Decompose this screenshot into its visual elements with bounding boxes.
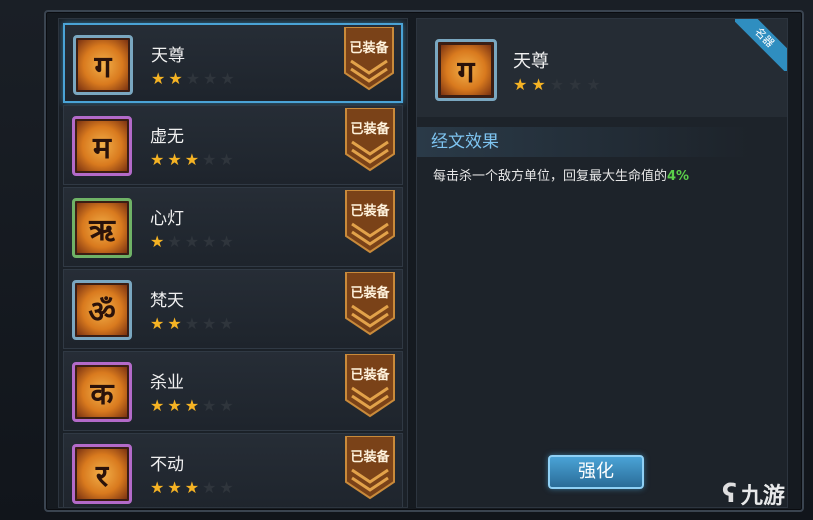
star-filled-icon: ★: [168, 69, 183, 88]
equipped-badge: 已装备: [344, 190, 396, 254]
star-filled-icon: ★: [531, 75, 546, 94]
star-filled-icon: ★: [167, 396, 182, 415]
star-empty-icon: ★: [202, 150, 217, 169]
scripture-icon-frame: र: [72, 444, 132, 504]
star-empty-icon: ★: [220, 69, 235, 88]
star-empty-icon: ★: [202, 478, 217, 497]
scripture-icon-frame: ग: [73, 35, 133, 95]
scripture-glyph-icon: ॐ: [77, 285, 127, 335]
effect-text: 每击杀一个敌方单位，回复最大生命值的: [433, 169, 668, 184]
star-rating: ★ ★ ★ ★ ★: [150, 316, 234, 332]
star-filled-icon: ★: [150, 396, 165, 415]
star-filled-icon: ★: [167, 478, 182, 497]
star-filled-icon: ★: [167, 150, 182, 169]
scripture-glyph-icon: ऋ: [77, 203, 127, 253]
scripture-icon-frame: क: [72, 362, 132, 422]
scripture-glyph-icon: म: [77, 121, 127, 171]
scripture-list-item[interactable]: म 虚无 ★ ★ ★ ★ ★ 已装备: [63, 105, 403, 185]
scripture-list-item[interactable]: र 不动 ★ ★ ★ ★ ★ 已装备: [63, 433, 403, 507]
scripture-name: 杀业: [150, 373, 184, 393]
scripture-list-item[interactable]: ग 天尊 ★ ★ ★ ★ ★ 已装备: [63, 23, 403, 103]
star-rating: ★ ★ ★ ★ ★: [151, 71, 235, 87]
star-empty-icon: ★: [219, 396, 234, 415]
star-empty-icon: ★: [184, 314, 200, 333]
rarity-ribbon: 名器: [735, 19, 787, 71]
star-empty-icon: ★: [202, 314, 217, 333]
detail-title: 天尊: [513, 51, 549, 72]
effect-value: 4%: [667, 169, 690, 184]
star-empty-icon: ★: [167, 232, 182, 251]
scripture-icon-frame: ॐ: [72, 280, 132, 340]
star-empty-icon: ★: [202, 232, 217, 251]
section-title: 经文效果: [417, 127, 787, 157]
equipped-label: 已装备: [350, 450, 390, 465]
star-filled-icon: ★: [184, 478, 200, 497]
star-empty-icon: ★: [219, 314, 234, 333]
star-empty-icon: ★: [568, 75, 583, 94]
star-filled-icon: ★: [150, 150, 165, 169]
star-empty-icon: ★: [185, 69, 201, 88]
star-rating: ★ ★ ★ ★ ★: [150, 398, 234, 414]
scripture-name: 天尊: [151, 46, 185, 66]
game-screen: ग 天尊 ★ ★ ★ ★ ★ 已装备 म 虚无 ★ ★ ★ ★ ★ 已装备 ऋ 心灯 ★ ★ ★ ★ ★ 已装备 ॐ 梵天 ★ ★ ★ ★…: [0, 0, 813, 520]
equipped-label: 已装备: [350, 286, 390, 301]
equipped-label: 已装备: [350, 204, 390, 219]
star-rating: ★ ★ ★ ★ ★: [150, 480, 234, 496]
star-filled-icon: ★: [184, 396, 200, 415]
scripture-glyph-icon: क: [77, 367, 127, 417]
star-empty-icon: ★: [219, 478, 234, 497]
upgrade-button[interactable]: 强化: [548, 455, 644, 489]
scripture-list-item[interactable]: ऋ 心灯 ★ ★ ★ ★ ★ 已装备: [63, 187, 403, 267]
scripture-list-item[interactable]: ॐ 梵天 ★ ★ ★ ★ ★ 已装备: [63, 269, 403, 349]
detail-header: ग 天尊 ★ ★ ★ ★ ★ 名器: [417, 19, 787, 117]
star-filled-icon: ★: [513, 75, 528, 94]
scripture-name: 虚无: [150, 127, 184, 147]
scripture-icon-frame: ऋ: [72, 198, 132, 258]
star-filled-icon: ★: [184, 150, 200, 169]
equipped-label: 已装备: [350, 368, 390, 383]
equipped-badge: 已装备: [344, 272, 396, 336]
scripture-glyph-icon: र: [77, 449, 127, 499]
star-empty-icon: ★: [549, 75, 565, 94]
scripture-detail-panel: ग 天尊 ★ ★ ★ ★ ★ 名器 经文效果 每击杀一个敌方单位，回复最大生命值的4%: [416, 18, 788, 508]
scripture-glyph-icon: ग: [441, 45, 491, 95]
rarity-ribbon-label: 名器: [735, 19, 787, 71]
watermark-logo-icon: ʕ: [722, 479, 737, 509]
scripture-list-item[interactable]: क 杀业 ★ ★ ★ ★ ★ 已装备: [63, 351, 403, 431]
star-rating: ★ ★ ★ ★ ★: [150, 152, 234, 168]
star-empty-icon: ★: [202, 396, 217, 415]
star-rating: ★ ★ ★ ★ ★: [150, 234, 234, 250]
equipped-label: 已装备: [349, 41, 389, 56]
watermark-text: 九游: [740, 484, 785, 509]
effect-description: 每击杀一个敌方单位，回复最大生命值的4%: [433, 165, 689, 184]
scripture-icon-frame: म: [72, 116, 132, 176]
scripture-glyph-icon: ग: [78, 40, 128, 90]
star-empty-icon: ★: [219, 150, 234, 169]
equipped-badge: 已装备: [343, 27, 395, 91]
star-empty-icon: ★: [184, 232, 200, 251]
star-filled-icon: ★: [151, 69, 166, 88]
equipped-badge: 已装备: [344, 436, 396, 500]
detail-scripture-icon: ग: [435, 39, 497, 101]
watermark: ʕ 九游: [722, 478, 785, 510]
detail-star-rating: ★ ★ ★ ★ ★: [513, 77, 601, 93]
star-filled-icon: ★: [167, 314, 182, 333]
equipped-label: 已装备: [350, 122, 390, 137]
star-filled-icon: ★: [150, 314, 165, 333]
scripture-name: 不动: [150, 455, 184, 475]
star-empty-icon: ★: [203, 69, 218, 88]
equipped-badge: 已装备: [344, 108, 396, 172]
equipped-badge: 已装备: [344, 354, 396, 418]
star-empty-icon: ★: [586, 75, 601, 94]
scripture-name: 心灯: [150, 209, 184, 229]
star-empty-icon: ★: [219, 232, 234, 251]
star-filled-icon: ★: [150, 478, 165, 497]
scripture-name: 梵天: [150, 291, 184, 311]
star-filled-icon: ★: [150, 232, 165, 251]
scripture-list[interactable]: ग 天尊 ★ ★ ★ ★ ★ 已装备 म 虚无 ★ ★ ★ ★ ★ 已装备 ऋ 心灯 ★ ★ ★ ★ ★ 已装备 ॐ 梵天 ★ ★ ★ ★…: [58, 18, 408, 508]
